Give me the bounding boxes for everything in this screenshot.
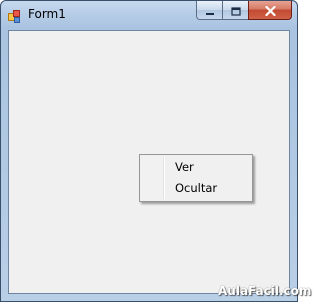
minimize-button[interactable] bbox=[196, 1, 222, 20]
menu-item-label: Ocultar bbox=[175, 181, 218, 195]
menu-item-label: Ver bbox=[175, 160, 194, 174]
watermark-logo: AulaFacil.com bbox=[218, 284, 312, 298]
maximize-button[interactable] bbox=[222, 1, 248, 20]
close-icon bbox=[264, 1, 276, 20]
context-menu: Ver Ocultar bbox=[139, 154, 253, 202]
window-title: Form1 bbox=[28, 7, 66, 21]
minimize-icon bbox=[205, 1, 215, 20]
menu-item-ver[interactable]: Ver bbox=[142, 157, 250, 178]
menu-item-ocultar[interactable]: Ocultar bbox=[142, 178, 250, 199]
maximize-icon bbox=[230, 1, 241, 20]
app-icon[interactable] bbox=[8, 8, 21, 23]
form1-window: Form1 bbox=[0, 0, 298, 302]
title-bar[interactable]: Form1 bbox=[1, 1, 297, 29]
close-button[interactable] bbox=[248, 1, 292, 20]
caption-buttons bbox=[196, 1, 292, 20]
